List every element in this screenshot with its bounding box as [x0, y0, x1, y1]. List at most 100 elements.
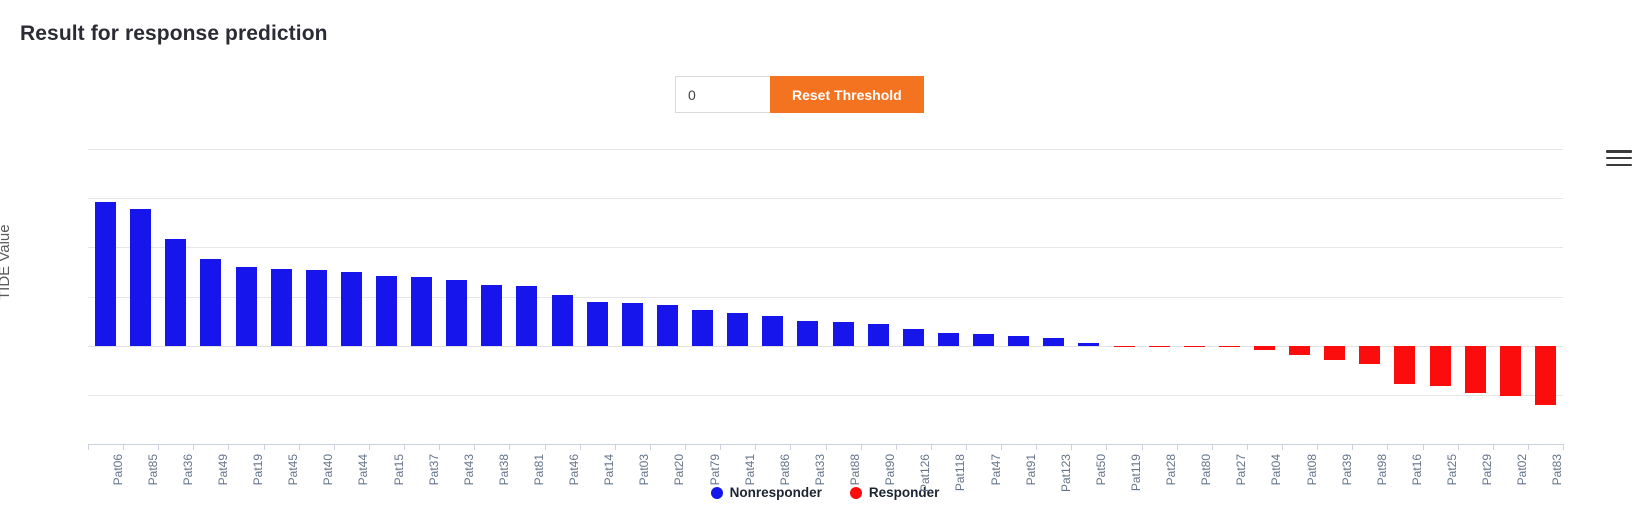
bar-Pat80[interactable]	[1183, 345, 1205, 348]
x-axis-tick-label: Pat46	[567, 454, 582, 486]
bar-Pat43[interactable]	[446, 280, 468, 346]
bar-Pat46[interactable]	[551, 294, 573, 346]
bar-Pat40[interactable]	[305, 269, 327, 346]
x-axis-tick-mark	[685, 444, 687, 450]
x-axis-tick-label: Pat90	[883, 454, 898, 486]
x-axis-tick-mark	[544, 444, 546, 450]
bar-Pat86[interactable]	[762, 315, 784, 346]
x-axis-tick-label: Pat43	[461, 454, 476, 486]
x-axis-tick-mark	[930, 444, 932, 450]
bar-Pat83[interactable]	[1534, 345, 1556, 405]
reset-threshold-button[interactable]: Reset Threshold	[770, 76, 924, 113]
x-axis-tick-label: Pat83	[1550, 454, 1565, 486]
x-axis-tick-mark	[333, 444, 335, 450]
x-axis-tick-mark	[1246, 444, 1248, 450]
bar-Pat14[interactable]	[586, 301, 608, 346]
bar-Pat19[interactable]	[235, 267, 257, 346]
bar-Pat37[interactable]	[411, 276, 433, 346]
bar-Pat118[interactable]	[937, 333, 959, 346]
x-axis-tick-label: Pat08	[1304, 454, 1319, 486]
bar-Pat38[interactable]	[481, 284, 503, 346]
x-axis-tick-mark	[1422, 444, 1424, 450]
bar-Pat41[interactable]	[727, 312, 749, 346]
bar-Pat98[interactable]	[1359, 345, 1381, 365]
x-axis-tick-mark	[509, 444, 511, 450]
x-axis-tick-mark	[1036, 444, 1038, 450]
bar-Pat39[interactable]	[1324, 345, 1346, 360]
bar-Pat79[interactable]	[692, 310, 714, 346]
x-axis-tick-mark	[1352, 444, 1354, 450]
legend-label: Nonresponder	[729, 485, 822, 500]
bar-Pat29[interactable]	[1464, 345, 1486, 394]
x-axis-tick-label: Pat50	[1093, 454, 1108, 486]
x-axis-tick-label: Pat80	[1199, 454, 1214, 486]
x-axis-tick-mark	[895, 444, 897, 450]
x-axis-tick-label: Pat39	[1339, 454, 1354, 486]
x-axis-tick-mark	[1071, 444, 1073, 450]
x-axis-tick-label: Pat02	[1515, 454, 1530, 486]
hamburger-menu-icon[interactable]	[1606, 148, 1632, 168]
x-axis-tick-mark	[579, 444, 581, 450]
bar-Pat88[interactable]	[832, 321, 854, 346]
x-axis-tick-mark	[1317, 444, 1319, 450]
x-axis-tick-label: Pat118	[953, 454, 968, 492]
bar-Pat28[interactable]	[1148, 345, 1170, 348]
x-axis-tick-mark	[649, 444, 651, 450]
bar-Pat49[interactable]	[200, 258, 222, 346]
x-axis-tick-label: Pat16	[1409, 454, 1424, 486]
x-axis-tick-mark	[720, 444, 722, 450]
x-axis-tick-mark	[790, 444, 792, 450]
x-axis-tick-label: Pat28	[1164, 454, 1179, 486]
x-axis-tick-label: Pat119	[1129, 454, 1143, 492]
bar-Pat85[interactable]	[130, 208, 152, 346]
x-axis-tick-mark	[298, 444, 300, 450]
x-axis-tick-mark	[88, 444, 89, 450]
x-axis-tick-mark	[614, 444, 616, 450]
x-axis-tick-mark	[1527, 444, 1529, 450]
bar-Pat16[interactable]	[1394, 345, 1416, 384]
legend-item-nonresponder[interactable]: Nonresponder	[710, 485, 822, 500]
x-axis-tick-label: Pat81	[531, 454, 546, 486]
x-axis-tick-mark	[1106, 444, 1108, 450]
x-axis-tick-label: Pat27	[1234, 454, 1249, 486]
bar-Pat45[interactable]	[270, 268, 292, 346]
bar-Pat33[interactable]	[797, 320, 819, 346]
x-axis-tick-label: Pat04	[1269, 454, 1284, 486]
x-axis-tick-label: Pat49	[215, 454, 230, 486]
bar-Pat47[interactable]	[973, 333, 995, 346]
bar-Pat50[interactable]	[1078, 343, 1100, 346]
x-axis-tick-mark	[1282, 444, 1284, 450]
bar-Pat08[interactable]	[1289, 345, 1311, 355]
bar-Pat36[interactable]	[165, 238, 187, 346]
x-axis-tick-mark	[158, 444, 160, 450]
bar-Pat126[interactable]	[902, 329, 924, 346]
bar-Pat06[interactable]	[95, 202, 117, 346]
bar-Pat44[interactable]	[340, 271, 362, 346]
bar-Pat81[interactable]	[516, 285, 538, 346]
x-axis-tick-mark	[439, 444, 441, 450]
legend-dot-icon	[710, 486, 723, 499]
x-axis-tick-label: Pat40	[321, 454, 336, 486]
bar-Pat90[interactable]	[867, 323, 889, 346]
chart-page: Result for response prediction Reset Thr…	[0, 0, 1650, 526]
x-axis-tick-label: Pat86	[777, 454, 792, 486]
bar-Pat20[interactable]	[656, 305, 678, 346]
x-axis-tick-label: Pat15	[391, 454, 406, 486]
bar-Pat04[interactable]	[1253, 345, 1275, 351]
bar-Pat15[interactable]	[376, 275, 397, 346]
bar-Pat91[interactable]	[1008, 335, 1030, 346]
threshold-input[interactable]	[675, 76, 770, 113]
x-axis-tick-mark	[1563, 444, 1564, 450]
x-axis-tick-mark	[1492, 444, 1494, 450]
bar-Pat119[interactable]	[1113, 345, 1135, 348]
bar-Pat123[interactable]	[1043, 337, 1065, 346]
bar-Pat02[interactable]	[1499, 345, 1521, 396]
x-axis-tick-label: Pat126	[918, 454, 933, 493]
x-axis-tick-mark	[263, 444, 265, 450]
x-axis-tick-mark	[860, 444, 862, 450]
bar-Pat03[interactable]	[621, 302, 643, 346]
x-axis-tick-mark	[1141, 444, 1143, 450]
bar-Pat25[interactable]	[1429, 345, 1451, 386]
bar-Pat27[interactable]	[1218, 345, 1240, 348]
x-axis-tick-label: Pat25	[1445, 454, 1460, 486]
